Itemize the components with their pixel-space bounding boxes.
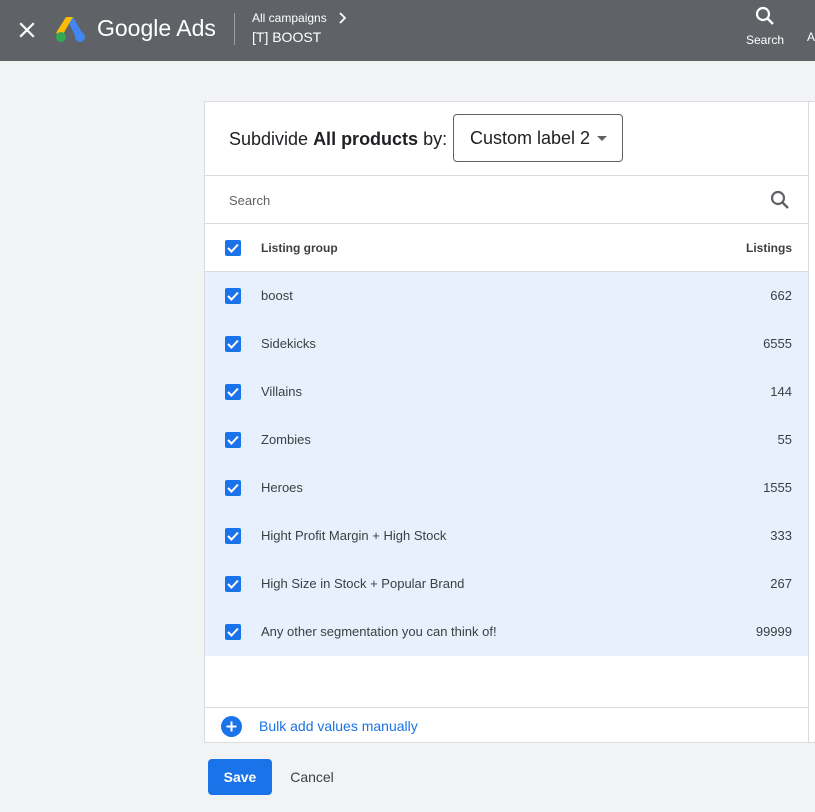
header-search-button[interactable]: Search [743, 5, 787, 47]
bulk-add-row: Bulk add values manually [205, 707, 808, 744]
column-header-listing-group: Listing group [261, 241, 338, 255]
caret-down-icon [597, 136, 607, 141]
table-header: Listing group Listings [205, 224, 808, 272]
row-name: High Size in Stock + Popular Brand [261, 576, 465, 591]
row-count: 55 [777, 432, 792, 447]
side-panel-edge [808, 101, 809, 221]
check-icon [227, 435, 239, 445]
top-app-bar: Google Ads All campaigns [T] BOOST Searc… [0, 0, 815, 61]
check-icon [227, 483, 239, 493]
campaign-name: [T] BOOST [252, 29, 322, 45]
header-truncated-label[interactable]: A [807, 30, 815, 44]
row-checkbox[interactable] [225, 288, 241, 304]
row-checkbox[interactable] [225, 432, 241, 448]
breadcrumb-all-campaigns[interactable]: All campaigns [252, 11, 327, 25]
table-row[interactable]: Heroes 1555 [205, 464, 808, 512]
bulk-add-link[interactable]: Bulk add values manually [259, 718, 418, 734]
check-icon [227, 627, 239, 637]
column-header-listings: Listings [745, 241, 792, 255]
close-icon [19, 22, 35, 38]
header-search-label: Search [745, 33, 785, 47]
table-row[interactable]: Zombies 55 [205, 416, 808, 464]
listing-group-list: Listing group Listings boost 662 Sidekic… [205, 175, 809, 743]
select-all-checkbox[interactable] [225, 240, 241, 256]
row-count: 333 [770, 528, 792, 543]
add-circle-icon[interactable] [221, 716, 242, 737]
subdivide-panel: Subdivide All products by: Custom label … [204, 101, 815, 743]
row-name: Sidekicks [261, 336, 316, 351]
table-row[interactable]: Sidekicks 6555 [205, 320, 808, 368]
row-name: boost [261, 288, 293, 303]
row-count: 1555 [763, 480, 792, 495]
chevron-right-icon [339, 12, 347, 24]
row-count: 662 [770, 288, 792, 303]
search-icon[interactable] [768, 188, 792, 212]
row-count: 144 [770, 384, 792, 399]
table-row[interactable]: High Size in Stock + Popular Brand 267 [205, 560, 808, 608]
header-divider [234, 13, 235, 45]
check-icon [227, 579, 239, 589]
search-icon [755, 6, 774, 25]
row-checkbox[interactable] [225, 576, 241, 592]
row-name: Any other segmentation you can think of! [261, 624, 497, 639]
close-button[interactable] [14, 17, 40, 43]
dropdown-value: Custom label 2 [470, 127, 591, 148]
cancel-button[interactable]: Cancel [280, 759, 344, 795]
row-count: 267 [770, 576, 792, 591]
search-row [205, 176, 808, 224]
check-icon [227, 531, 239, 541]
listing-rows: boost 662 Sidekicks 6555 Villains 144 Zo… [205, 272, 808, 656]
subdivide-heading: Subdivide All products by: [229, 129, 448, 149]
check-icon [227, 291, 239, 301]
subdivide-dimension-dropdown[interactable]: Custom label 2 [453, 114, 623, 162]
search-input[interactable] [229, 188, 749, 212]
row-checkbox[interactable] [225, 528, 241, 544]
row-checkbox[interactable] [225, 384, 241, 400]
table-row[interactable]: Any other segmentation you can think of!… [205, 608, 808, 656]
row-name: Hight Profit Margin + High Stock [261, 528, 447, 543]
row-checkbox[interactable] [225, 624, 241, 640]
row-checkbox[interactable] [225, 336, 241, 352]
row-count: 6555 [763, 336, 792, 351]
check-icon [227, 339, 239, 349]
row-name: Villains [261, 384, 302, 399]
check-icon [227, 243, 239, 253]
row-checkbox[interactable] [225, 480, 241, 496]
google-ads-logo-icon [56, 17, 85, 42]
brand-name: Google Ads [97, 15, 216, 41]
row-name: Heroes [261, 480, 303, 495]
save-button[interactable]: Save [208, 759, 272, 795]
table-row[interactable]: Villains 144 [205, 368, 808, 416]
plus-icon [226, 721, 237, 732]
row-name: Zombies [261, 432, 311, 447]
table-row[interactable]: boost 662 [205, 272, 808, 320]
row-count: 99999 [755, 624, 792, 639]
check-icon [227, 387, 239, 397]
table-row[interactable]: Hight Profit Margin + High Stock 333 [205, 512, 808, 560]
